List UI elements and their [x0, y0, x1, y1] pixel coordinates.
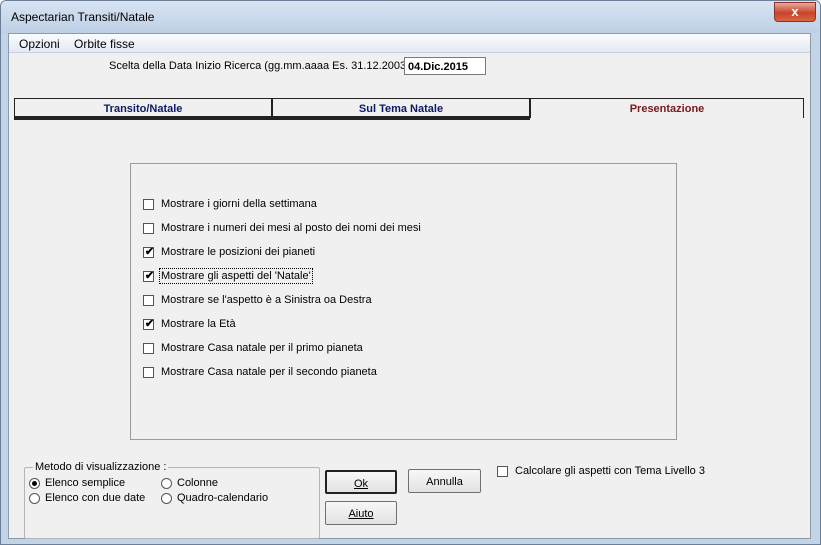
- ok-button[interactable]: Ok: [325, 470, 397, 494]
- radio-button[interactable]: [29, 493, 40, 504]
- option-label: Mostrare Casa natale per il secondo pian…: [161, 366, 377, 378]
- radio-label: Colonne: [177, 477, 218, 489]
- date-label: Scelta della Data Inizio Ricerca (gg.mm.…: [109, 60, 413, 72]
- option-label: Mostrare i numeri dei mesi al posto dei …: [161, 222, 421, 234]
- menu-orbite-fisse[interactable]: Orbite fisse: [74, 37, 135, 51]
- check-mark-icon: ✔: [144, 318, 155, 330]
- tab-sul-tema-natale[interactable]: Sul Tema Natale: [272, 98, 530, 118]
- checkbox[interactable]: ✔: [143, 270, 155, 282]
- options-panel: Mostrare i giorni della settimana Mostra…: [130, 163, 677, 440]
- option-label: Mostrare le posizioni dei pianeti: [161, 246, 316, 258]
- check-mark-icon: ✔: [144, 270, 155, 282]
- window-title: Aspectarian Transiti/Natale: [11, 10, 155, 24]
- option-label: Mostrare se l'aspetto è a Sinistra oa De…: [161, 294, 372, 306]
- checkbox[interactable]: [143, 295, 154, 306]
- radio-label: Elenco semplice: [45, 477, 126, 489]
- radio-label: Elenco con due date: [45, 492, 146, 504]
- radio-button[interactable]: [161, 478, 172, 489]
- checkbox[interactable]: ✔: [143, 246, 155, 258]
- option-label: Mostrare gli aspetti del 'Natale': [159, 268, 313, 284]
- checkbox[interactable]: [143, 199, 154, 210]
- checkbox[interactable]: [143, 223, 154, 234]
- close-button[interactable]: x: [774, 2, 816, 22]
- radio-dot-icon: [32, 481, 37, 486]
- check-mark-icon: ✔: [144, 246, 155, 258]
- display-method-legend: Metodo di visualizzazione :: [33, 461, 169, 473]
- option-label: Calcolare gli aspetti con Tema Livello 3: [515, 465, 705, 477]
- tab-presentazione[interactable]: Presentazione: [530, 98, 804, 118]
- option-label: Mostrare la Età: [161, 318, 236, 330]
- aiuto-button[interactable]: Aiuto: [325, 501, 397, 525]
- menu-bar: Opzioni Orbite fisse: [9, 34, 810, 53]
- checkbox[interactable]: [497, 466, 508, 477]
- title-bar[interactable]: Aspectarian Transiti/Natale x: [1, 1, 820, 33]
- aiuto-label: Aiuto: [348, 508, 374, 520]
- checkbox[interactable]: [143, 343, 154, 354]
- app-window: Aspectarian Transiti/Natale x Opzioni Or…: [0, 0, 821, 545]
- tab-strip: Transito/Natale Sul Tema Natale Presenta…: [14, 98, 804, 118]
- tab-transito-natale[interactable]: Transito/Natale: [14, 98, 272, 118]
- radio-button[interactable]: [29, 478, 40, 489]
- display-method-group: Metodo di visualizzazione : Elenco sempl…: [24, 461, 320, 539]
- option-label: Mostrare i giorni della settimana: [161, 198, 317, 210]
- checkbox[interactable]: [143, 367, 154, 378]
- annulla-button[interactable]: Annulla: [408, 469, 481, 493]
- date-input[interactable]: 04.Dic.2015: [404, 57, 486, 75]
- menu-opzioni[interactable]: Opzioni: [19, 37, 60, 51]
- radio-button[interactable]: [161, 493, 172, 504]
- client-area: Opzioni Orbite fisse Scelta della Data I…: [8, 33, 811, 539]
- radio-label: Quadro-calendario: [177, 492, 269, 504]
- option-label: Mostrare Casa natale per il primo pianet…: [161, 342, 363, 354]
- ok-label: Ok: [353, 478, 369, 490]
- tab-baseline: [14, 118, 530, 120]
- checkbox[interactable]: ✔: [143, 318, 155, 330]
